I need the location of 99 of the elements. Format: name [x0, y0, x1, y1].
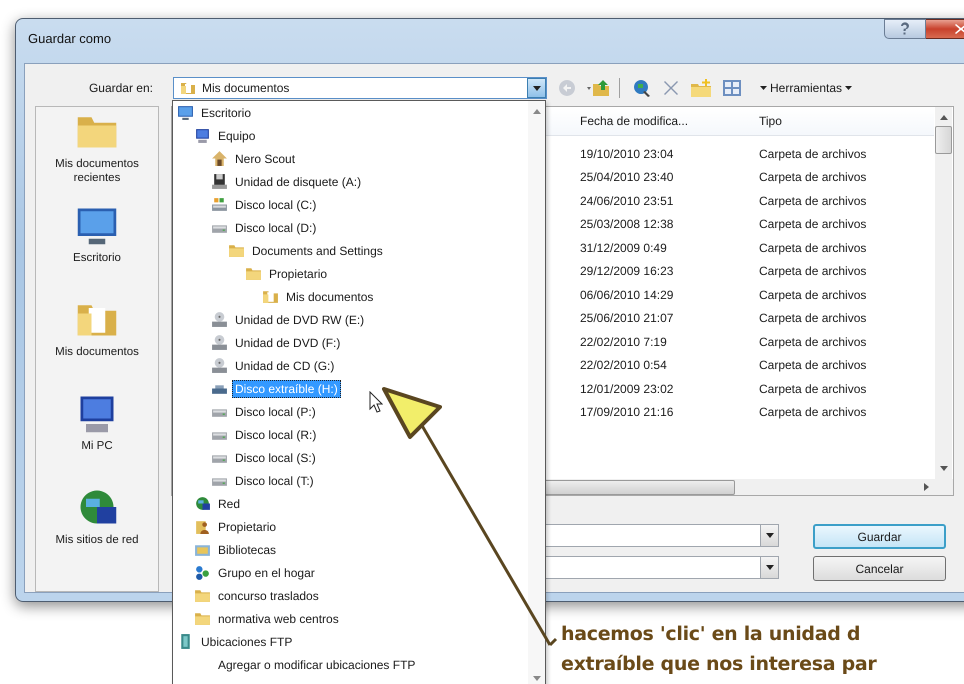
type-cell-text: Carpeta de archivos — [758, 358, 868, 372]
house-icon — [211, 150, 228, 167]
location-item[interactable]: Documents and Settings — [249, 242, 386, 260]
folder-icon — [180, 80, 196, 96]
cancel-button[interactable]: Cancelar — [813, 556, 946, 581]
location-item[interactable]: Bibliotecas — [215, 540, 280, 558]
location-item[interactable]: Propietario — [266, 264, 330, 282]
type-cell-text: Carpeta de archivos — [758, 405, 868, 420]
vertical-scrollbar[interactable] — [935, 107, 952, 479]
close-icon — [954, 23, 964, 35]
user-icon — [194, 518, 211, 535]
up-folder-icon[interactable] — [587, 78, 611, 98]
date-cell-text: 29/12/2009 16:23 — [579, 264, 674, 278]
date-cell-text: 25/03/2008 12:38 — [579, 217, 674, 232]
location-item[interactable]: Grupo en el hogar — [215, 564, 318, 582]
date-cell-text: 24/06/2010 23:51 — [579, 194, 674, 208]
disc-drive-icon — [211, 334, 228, 351]
location-combo[interactable]: Mis documentos — [173, 77, 547, 99]
type-cell-text: Carpeta de archivos — [758, 311, 868, 326]
location-item[interactable]: normativa web centros — [215, 610, 342, 628]
caret-icon — [845, 86, 852, 90]
type-cell-text: Carpeta de archivos — [758, 288, 868, 302]
type-cell-text: Carpeta de archivos — [758, 264, 868, 278]
scroll-down-icon[interactable] — [532, 676, 540, 681]
caret-icon — [760, 86, 767, 90]
annotation-text: extraíble que nos interesa par — [561, 652, 876, 677]
homegroup-icon — [194, 564, 211, 581]
folder-icon — [245, 265, 262, 282]
place-item[interactable]: Mis documentos recientes — [41, 109, 153, 203]
date-cell-text: 12/01/2009 23:02 — [579, 382, 674, 396]
column-header[interactable]: Fecha de modifica... — [576, 114, 755, 128]
location-item[interactable]: Disco local (T:) — [232, 472, 317, 490]
date-cell-text: 06/06/2010 14:29 — [579, 288, 674, 302]
scroll-up-icon[interactable] — [532, 109, 540, 114]
drive-icon — [211, 196, 228, 213]
folder-icon — [194, 587, 211, 604]
location-item[interactable]: Disco local (P:) — [232, 402, 319, 420]
save-button[interactable]: Guardar — [813, 524, 946, 549]
location-item[interactable]: concurso traslados — [215, 586, 322, 604]
folder-icon — [262, 288, 279, 305]
floppy-icon — [211, 173, 228, 190]
date-cell-text: 22/02/2010 0:54 — [579, 358, 668, 372]
tools-menu-button[interactable]: Herramientas — [756, 81, 856, 95]
place-item[interactable]: Mi PC — [41, 391, 153, 485]
date-cell-text: 17/09/2010 21:16 — [579, 405, 674, 420]
location-item[interactable]: Ubicaciones FTP — [198, 632, 296, 650]
monitor-icon — [177, 104, 194, 121]
vertical-scrollbar[interactable] — [528, 101, 545, 684]
window-title: Guardar como — [28, 31, 112, 46]
location-item[interactable]: Unidad de DVD RW (E:) — [232, 310, 368, 328]
date-cell-text: 25/06/2010 21:07 — [579, 311, 674, 326]
type-cell-text: Carpeta de archivos — [758, 217, 868, 232]
new-folder-icon[interactable] — [690, 78, 712, 98]
location-item[interactable]: Propietario — [215, 518, 280, 536]
scroll-up-icon[interactable] — [940, 115, 948, 120]
location-item[interactable]: Escritorio — [198, 104, 254, 122]
location-item[interactable]: Equipo — [215, 126, 258, 144]
globe-icon — [194, 495, 211, 512]
computer-icon — [194, 127, 211, 144]
disc-drive-icon — [211, 357, 228, 374]
help-button[interactable] — [884, 19, 926, 39]
type-cell-text: Carpeta de archivos — [758, 382, 868, 396]
location-item[interactable]: Red — [215, 494, 244, 512]
folder-icon — [228, 242, 245, 259]
location-item[interactable]: Unidad de CD (G:) — [232, 356, 338, 374]
disc-drive-icon — [211, 311, 228, 328]
mouse-pointer-icon — [369, 391, 383, 413]
scroll-thumb[interactable] — [935, 126, 952, 154]
column-header[interactable]: Tipo — [755, 114, 929, 128]
type-cell-text: Carpeta de archivos — [758, 334, 868, 349]
type-cell-text: Carpeta de archivos — [758, 194, 868, 208]
search-globe-icon[interactable] — [632, 78, 652, 98]
date-cell-text: 19/10/2010 23:04 — [579, 146, 674, 161]
views-icon[interactable] — [722, 79, 742, 97]
location-item[interactable]: Disco local (D:) — [232, 218, 320, 236]
annotation-text: hacemos 'clic' en la unidad d — [561, 622, 862, 647]
location-item[interactable]: Unidad de DVD (F:) — [232, 334, 344, 352]
help-icon — [899, 22, 911, 36]
location-item[interactable]: Mis documentos — [283, 288, 376, 306]
type-cell-text: Carpeta de archivos — [758, 240, 868, 255]
location-item[interactable]: Disco local (S:) — [232, 448, 319, 466]
location-item[interactable]: Unidad de disquete (A:) — [232, 172, 364, 190]
date-cell-text: 22/02/2010 7:19 — [579, 334, 668, 349]
location-item[interactable]: Nero Scout — [232, 150, 298, 168]
place-item[interactable]: Escritorio — [41, 203, 153, 297]
scroll-right-icon[interactable] — [924, 483, 929, 491]
save-in-label: Guardar en: — [88, 81, 154, 95]
scroll-down-icon[interactable] — [940, 466, 948, 471]
delete-icon[interactable] — [662, 79, 680, 97]
type-cell-text: Carpeta de archivos — [758, 170, 868, 184]
date-cell-text: 31/12/2009 0:49 — [579, 240, 668, 255]
place-item[interactable]: Mis sitios de red — [41, 485, 153, 579]
location-item[interactable]: Disco local (R:) — [232, 426, 320, 444]
location-item[interactable]: Agregar o modificar ubicaciones FTP — [215, 656, 418, 674]
place-item[interactable]: Mis documentos — [41, 297, 153, 391]
type-cell-text: Carpeta de archivos — [758, 146, 868, 161]
date-cell-text: 25/04/2010 23:40 — [579, 170, 674, 184]
folder-icon — [194, 610, 211, 627]
location-item[interactable]: Disco local (C:) — [232, 196, 320, 214]
